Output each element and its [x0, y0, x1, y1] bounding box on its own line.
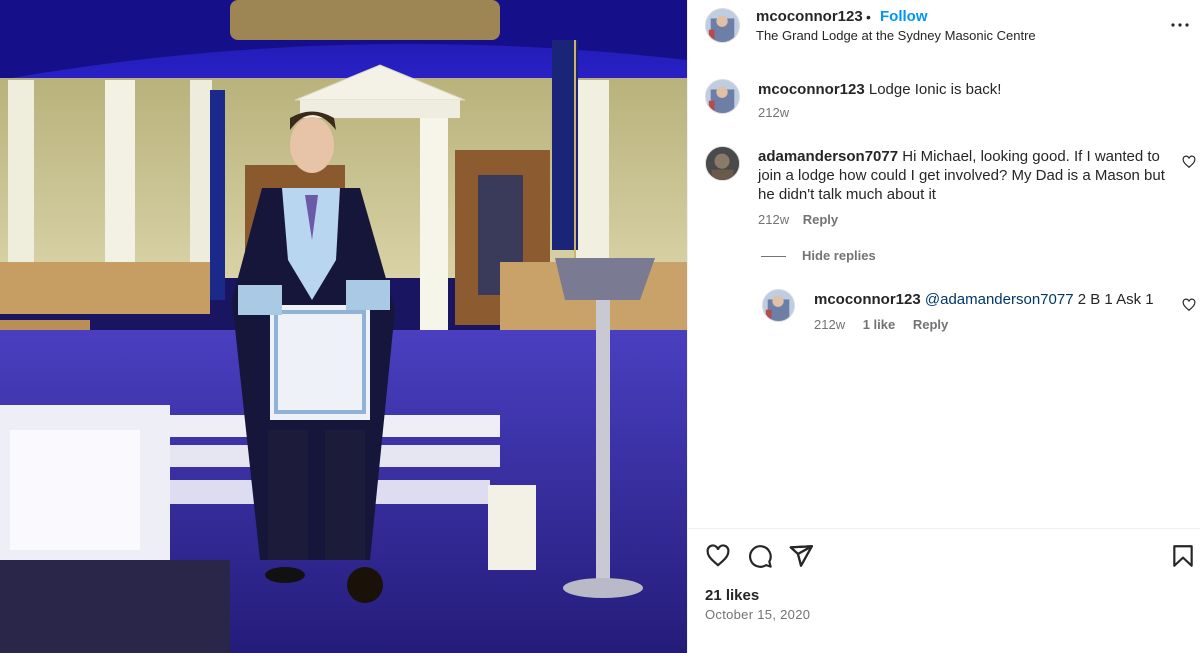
post-photo[interactable]	[0, 0, 687, 653]
comment-like-heart-icon[interactable]	[1182, 155, 1196, 169]
caption-text: mcoconnor123 Lodge Ionic is back!	[758, 80, 1001, 99]
reply-timestamp[interactable]: 212w	[814, 317, 845, 332]
author-avatar[interactable]	[705, 8, 740, 43]
bookmark-icon[interactable]	[1170, 543, 1196, 569]
caption-timestamp[interactable]: 212w	[758, 105, 789, 120]
post-date[interactable]: October 15, 2020	[705, 607, 810, 622]
hide-replies-button[interactable]: Hide replies	[761, 248, 876, 263]
more-options-icon[interactable]	[1168, 13, 1192, 37]
likes-count[interactable]: 21 likes	[705, 587, 759, 604]
reply-mention-link[interactable]: @adamanderson7077	[925, 291, 1074, 308]
post-photo-illustration	[0, 0, 687, 653]
comment-text: adamanderson7077 Hi Michael, looking goo…	[758, 147, 1168, 204]
heart-icon[interactable]	[705, 543, 731, 569]
reply-body: 2 B 1 Ask 1	[1077, 291, 1154, 308]
hide-replies-line	[761, 256, 786, 258]
reply-username[interactable]: mcoconnor123	[814, 291, 921, 308]
reply-like-heart-icon[interactable]	[1182, 298, 1196, 312]
commenter-avatar[interactable]	[705, 146, 740, 181]
follow-button[interactable]: Follow	[880, 8, 928, 25]
commenter-username[interactable]: adamanderson7077	[758, 148, 898, 165]
share-icon[interactable]	[788, 543, 814, 569]
author-username[interactable]: mcoconnor123	[756, 8, 863, 25]
caption-body: Lodge Ionic is back!	[868, 81, 1002, 98]
reply-likes-count[interactable]: 1 like	[863, 317, 896, 332]
separator-dot: •	[866, 9, 871, 25]
reply-meta: 212w 1 like Reply	[814, 317, 962, 332]
reply-avatar[interactable]	[762, 289, 795, 322]
reply-reply-button[interactable]: Reply	[913, 317, 948, 332]
comment-meta: 212w Reply	[758, 212, 838, 227]
caption-avatar[interactable]	[705, 79, 740, 114]
comment-timestamp[interactable]: 212w	[758, 212, 789, 227]
comment-reply-button[interactable]: Reply	[803, 212, 838, 227]
post-sidebar: mcoconnor123 • Follow The Grand Lodge at…	[687, 0, 1200, 653]
actions-divider	[688, 528, 1200, 529]
caption-username[interactable]: mcoconnor123	[758, 81, 865, 98]
reply-text: mcoconnor123 @adamanderson7077 2 B 1 Ask…	[814, 290, 1154, 309]
hide-replies-label: Hide replies	[802, 248, 876, 263]
location-link[interactable]: The Grand Lodge at the Sydney Masonic Ce…	[756, 28, 1036, 43]
comment-icon[interactable]	[747, 543, 773, 569]
